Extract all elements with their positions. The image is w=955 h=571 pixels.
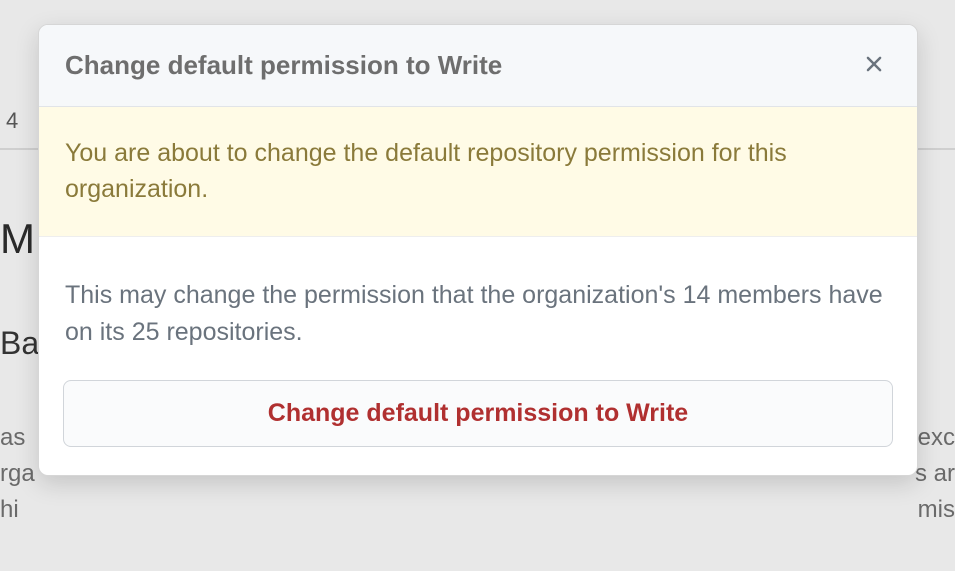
warning-text: You are about to change the default repo… (65, 139, 787, 203)
bg-para-left-3: hi (0, 492, 19, 528)
confirm-dialog: Change default permission to Write You a… (38, 24, 918, 476)
bg-heading-fragment: M (0, 215, 35, 263)
dialog-body: This may change the permission that the … (39, 237, 917, 360)
warning-banner: You are about to change the default repo… (39, 107, 917, 237)
bg-count-badge: 4 (0, 108, 24, 134)
bg-para-right-3: mis (918, 492, 955, 528)
dialog-header: Change default permission to Write (39, 25, 917, 107)
close-icon (861, 51, 887, 80)
bg-para-left-2: rga (0, 456, 35, 492)
close-button[interactable] (857, 47, 891, 84)
bg-para-right-2: s ar (915, 456, 955, 492)
dialog-footer: Change default permission to Write (39, 360, 917, 475)
confirm-button[interactable]: Change default permission to Write (63, 380, 893, 447)
bg-para-right-1: exc (918, 420, 955, 456)
body-text: This may change the permission that the … (65, 281, 883, 347)
dialog-title: Change default permission to Write (65, 50, 502, 81)
bg-section-label: Ba (0, 325, 39, 362)
bg-para-left-1: as (0, 420, 25, 456)
